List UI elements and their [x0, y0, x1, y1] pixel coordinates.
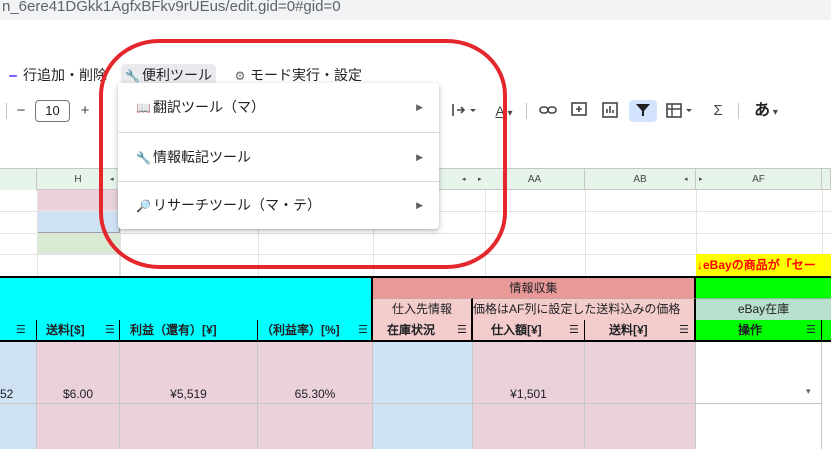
row1-purchase-price[interactable]: ¥1,501 [473, 342, 585, 404]
row1-profit[interactable]: ¥5,519 [120, 342, 258, 404]
filter-small-icon[interactable]: ☰ [358, 320, 368, 340]
row1-partial-cell[interactable]: 52 [0, 342, 37, 404]
gridline [585, 190, 586, 276]
row1-profit-rate[interactable]: 65.30% [258, 342, 373, 404]
label-profit-rate[interactable]: （利益率）[%] ☰ [258, 320, 373, 340]
header-info-collect[interactable]: 情報収集 [373, 276, 696, 298]
label-partial-cell[interactable]: ☰ [0, 320, 37, 340]
cell-h4[interactable] [37, 254, 120, 276]
header-green-top[interactable] [696, 276, 831, 298]
menu-row-edit[interactable]: ━ 行追加・削除 [2, 64, 111, 86]
filter-small-icon[interactable]: ☰ [457, 320, 467, 340]
label-purchase-price[interactable]: 仕入額[¥] ☰ [473, 320, 585, 340]
column-header-ab[interactable]: AB [585, 169, 696, 190]
row2-shipping-jpy[interactable] [585, 404, 696, 449]
column-collapse-icon[interactable]: ◂ [684, 169, 688, 190]
filter-small-icon[interactable]: ☰ [806, 320, 816, 340]
filter-small-icon[interactable]: ☰ [679, 320, 689, 340]
row1-operation[interactable]: ▾ [696, 342, 822, 404]
row2-profit[interactable] [120, 404, 258, 449]
header-cyan-block[interactable] [0, 276, 373, 320]
row2-partial-cell[interactable] [0, 404, 37, 449]
label-stock-status[interactable]: 在庫状況 ☰ [373, 320, 473, 340]
address-bar[interactable]: n_6ere41DGkk1AgfxBFkv9rUEus/edit.gid=0#g… [0, 0, 831, 20]
header-supplier-info[interactable]: 仕入先情報 [373, 298, 473, 320]
label-shipping-usd[interactable]: 送料[$] ☰ [37, 320, 120, 340]
header-price-note[interactable]: 価格はAF列に設定した送料込みの価格 [473, 298, 696, 320]
row2-operation[interactable] [696, 404, 822, 449]
font-size-input[interactable]: 10 [35, 100, 70, 122]
label-shipping-jpy[interactable]: 送料[¥] ☰ [585, 320, 696, 340]
af-note-banner[interactable]: ↓eBayの商品が「セー [696, 254, 831, 276]
row2-profit-rate[interactable] [258, 404, 373, 449]
row2-purchase-price[interactable] [473, 404, 585, 449]
dropdown-caret-icon: ▾ [770, 107, 778, 118]
label-operation[interactable]: 操作 ☰ [696, 320, 822, 340]
input-tools-button[interactable]: あ ▾ [746, 100, 786, 122]
insert-comment-icon[interactable] [567, 100, 591, 122]
label-profit[interactable]: 利益（還有）[¥] [120, 320, 258, 340]
label-partial-right[interactable] [822, 320, 831, 340]
column-header-partial[interactable] [0, 169, 37, 190]
column-header-ag[interactable] [822, 169, 831, 190]
address-bar-text[interactable]: n_6ere41DGkk1AgfxBFkv9rUEus/edit.gid=0#g… [0, 0, 831, 14]
font-size-decrease-button[interactable]: − [12, 100, 30, 122]
functions-button[interactable]: Σ [706, 100, 730, 122]
minus-icon: ━ [9, 69, 17, 83]
row1-shipping-jpy[interactable] [585, 342, 696, 404]
filter-icon[interactable] [629, 100, 657, 122]
toolbar-divider [6, 103, 7, 119]
filter-small-icon[interactable]: ☰ [16, 320, 26, 340]
filter-small-icon[interactable]: ☰ [569, 320, 579, 340]
toolbar-divider [738, 103, 739, 119]
column-header-af[interactable]: AF [696, 169, 822, 190]
dropdown-caret-icon[interactable]: ▾ [806, 386, 811, 397]
row1-stock-status[interactable] [373, 342, 473, 404]
toolbar-divider [526, 103, 527, 119]
filter-small-icon[interactable]: ☰ [105, 320, 115, 340]
font-size-increase-button[interactable]: + [76, 100, 94, 122]
row2-stock-status[interactable] [373, 404, 473, 449]
gridline [37, 190, 38, 276]
filter-views-icon[interactable] [662, 100, 698, 122]
red-annotation-ring [99, 39, 507, 269]
insert-chart-icon[interactable] [598, 100, 622, 122]
header-ebay-stock[interactable]: eBay在庫 [696, 298, 831, 320]
row1-shipping-usd[interactable]: $6.00 [37, 342, 120, 404]
row2-shipping-usd[interactable] [37, 404, 120, 449]
link-icon[interactable] [536, 100, 560, 122]
